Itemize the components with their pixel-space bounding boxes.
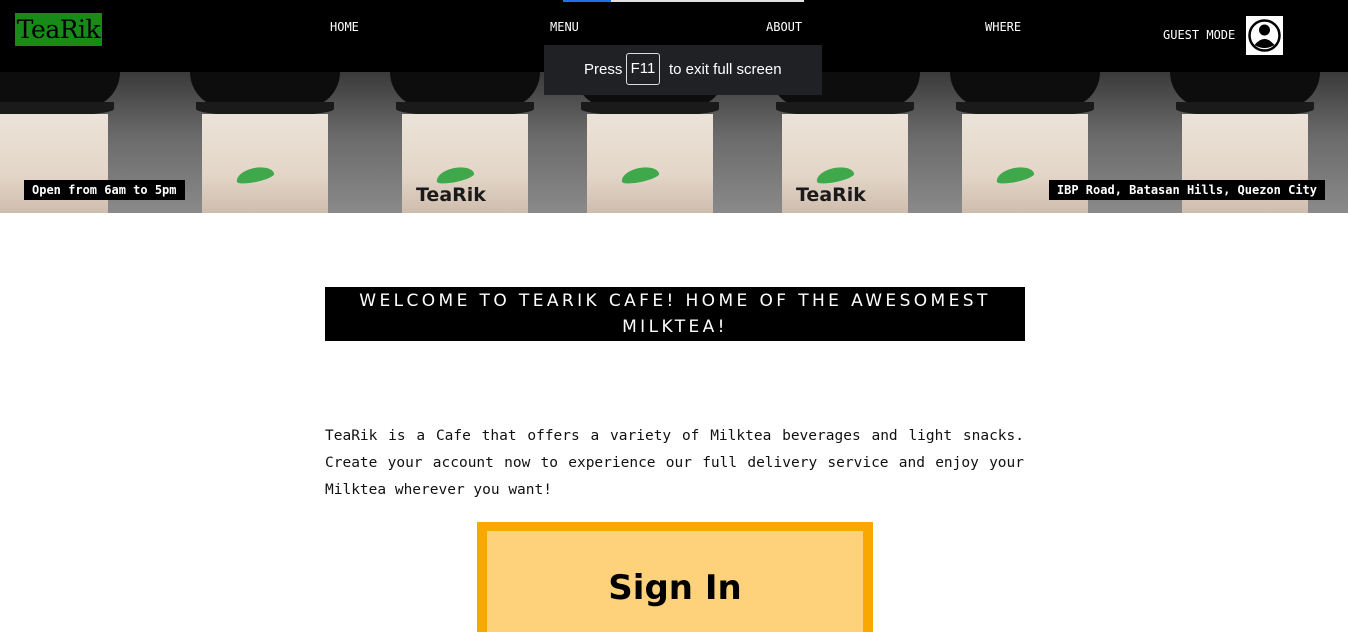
hero-cup: [190, 72, 340, 213]
user-avatar-icon[interactable]: [1246, 16, 1283, 55]
site-logo[interactable]: TeaRik: [15, 13, 102, 46]
fullscreen-strip: [611, 0, 804, 2]
nav-home[interactable]: HOME: [330, 19, 359, 35]
address-badge: IBP Road, Batasan Hills, Quezon City: [1048, 180, 1325, 200]
nav-about[interactable]: ABOUT: [766, 19, 802, 35]
toast-press-text: Press: [584, 61, 623, 78]
welcome-line-1: WELCOME TO TEARIK CAFE! HOME OF THE AWES…: [359, 291, 991, 311]
cup-brand-text: TeaRik: [796, 184, 866, 206]
nav-where[interactable]: WHERE: [985, 19, 1021, 35]
fullscreen-exit-toast: Press F11 to exit full screen: [544, 45, 822, 95]
welcome-line-2: MILKTEA!: [622, 317, 728, 337]
toast-exit-text: to exit full screen: [669, 61, 782, 78]
intro-paragraph: TeaRik is a Cafe that offers a variety o…: [325, 428, 1024, 498]
toast-key-f11: F11: [626, 53, 660, 85]
hero-cup: TeaRik: [390, 72, 540, 213]
guest-mode-label: GUEST MODE: [1163, 28, 1236, 42]
hours-badge: Open from 6am to 5pm: [24, 180, 185, 200]
nav-menu[interactable]: MENU: [550, 19, 579, 35]
sign-in-label: Sign In: [608, 568, 742, 608]
welcome-heading: WELCOME TO TEARIK CAFE! HOME OF THE AWES…: [325, 287, 1025, 341]
sign-in-button-face[interactable]: Sign In: [487, 531, 863, 632]
sign-in-button[interactable]: Sign In: [477, 522, 873, 632]
cup-brand-text: TeaRik: [416, 184, 486, 206]
fullscreen-strip-accent: [563, 0, 611, 2]
